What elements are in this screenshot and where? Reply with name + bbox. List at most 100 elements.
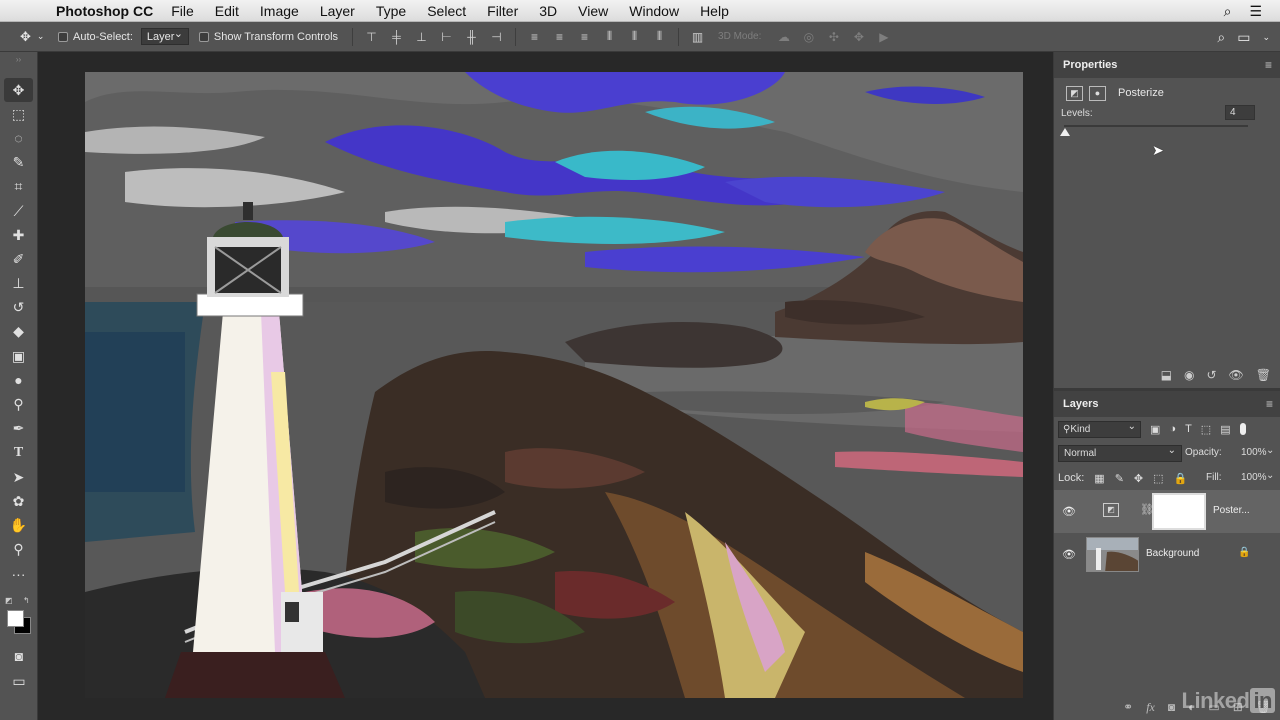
menu-help[interactable]: Help (700, 3, 729, 19)
layer-row-posterize[interactable]: 👁 ◩ ⛓ Poster... (1054, 490, 1280, 533)
panel-menu-icon[interactable]: ≡ (1266, 397, 1273, 411)
custom-shape-tool-icon[interactable]: ✿ (0, 489, 37, 513)
swap-colors-icon[interactable]: ↰ (23, 596, 30, 605)
menu-image[interactable]: Image (260, 3, 299, 19)
visibility-eye-icon[interactable]: 👁 (1062, 505, 1076, 518)
clip-to-layer-icon[interactable]: ⬓ (1161, 368, 1172, 382)
lock-artboard-icon[interactable]: ⬚ (1153, 472, 1163, 485)
align-left-icon[interactable]: ⊢ (434, 30, 459, 44)
posterize-adjustment-icon[interactable]: ◩ (1066, 85, 1083, 101)
menu-window[interactable]: Window (629, 3, 679, 19)
eyedropper-tool-icon[interactable]: ⟋ (0, 199, 37, 223)
layer-style-fx-icon[interactable]: fx (1146, 700, 1155, 715)
default-colors-icon[interactable]: ◩ (5, 596, 13, 605)
layer-mask-icon[interactable]: ● (1089, 85, 1106, 101)
filter-type-icon[interactable]: T (1185, 423, 1192, 435)
distribute-bottom-icon[interactable]: ≡ (572, 30, 597, 44)
zoom-tool-icon[interactable]: ⚲ (0, 538, 37, 562)
screen-mode-icon[interactable]: ▭ (0, 669, 38, 693)
distribute-right-icon[interactable]: ⦀ (647, 29, 672, 44)
color-swatches[interactable]: ◩ ↰ (4, 596, 36, 640)
healing-brush-tool-icon[interactable]: ✚ (0, 223, 37, 247)
blur-tool-icon[interactable]: ● (0, 368, 37, 392)
distribute-hcenter-icon[interactable]: ⦀ (622, 29, 647, 44)
layer-name[interactable]: Poster... (1213, 505, 1250, 516)
delete-icon[interactable]: 🗑 (1256, 368, 1271, 382)
filter-pixel-icon[interactable]: ▣ (1150, 423, 1160, 436)
menu-select[interactable]: Select (427, 3, 466, 19)
workspace-icon[interactable]: ▭ (1237, 29, 1250, 46)
marquee-tool-icon[interactable]: ⬚ (0, 102, 37, 126)
levels-slider-thumb[interactable] (1060, 128, 1071, 136)
align-right-icon[interactable]: ⊣ (484, 30, 509, 44)
layer-name[interactable]: Background (1146, 548, 1199, 559)
levels-slider-track[interactable] (1064, 125, 1248, 127)
app-name[interactable]: Photoshop CC (56, 3, 153, 19)
link-layers-icon[interactable]: ⚭ (1123, 700, 1133, 714)
document-canvas-area[interactable] (39, 52, 1052, 720)
filter-kind-dropdown[interactable]: ⚲Kind (1058, 419, 1141, 438)
auto-select-dropdown[interactable]: Layer (140, 27, 189, 45)
3d-scale-icon[interactable]: ▶ (871, 30, 896, 44)
filter-shape-icon[interactable]: ⬚ (1201, 423, 1211, 436)
levels-input[interactable]: 4 (1225, 105, 1255, 120)
lock-image-icon[interactable]: ✎ (1115, 472, 1124, 485)
foreground-color-swatch[interactable] (7, 610, 24, 627)
3d-pan-icon[interactable]: ✣ (821, 30, 846, 44)
auto-align-icon[interactable]: ▥ (685, 30, 710, 44)
spotlight-search-icon[interactable]: ⌕ (1224, 3, 1232, 20)
brush-tool-icon[interactable]: ✐ (0, 247, 37, 271)
menu-view[interactable]: View (578, 3, 608, 19)
opacity-input[interactable]: 100% (1240, 445, 1268, 461)
fill-input[interactable]: 100% (1240, 470, 1268, 486)
align-vcenter-icon[interactable]: ╪ (384, 30, 409, 44)
3d-slide-icon[interactable]: ✥ (846, 30, 871, 44)
distribute-left-icon[interactable]: ⦀ (597, 29, 622, 44)
pen-tool-icon[interactable]: ✒ (0, 417, 37, 441)
menu-layer[interactable]: Layer (320, 3, 355, 19)
quick-mask-icon[interactable]: ◙ (0, 644, 38, 668)
hand-tool-icon[interactable]: ✋ (0, 513, 37, 537)
3d-roll-icon[interactable]: ◎ (796, 30, 821, 44)
history-brush-tool-icon[interactable]: ↺ (0, 296, 37, 320)
eraser-tool-icon[interactable]: ◆ (0, 320, 37, 344)
lock-position-icon[interactable]: ✥ (1134, 472, 1143, 485)
align-bottom-icon[interactable]: ⊥ (409, 30, 434, 44)
visibility-eye-icon[interactable]: 👁 (1062, 548, 1076, 561)
clone-stamp-tool-icon[interactable]: ⊥ (0, 272, 37, 296)
chevron-down-icon[interactable]: ⌄ (1266, 470, 1274, 481)
distribute-vcenter-icon[interactable]: ≡ (547, 30, 572, 44)
panel-grip[interactable]: ›› (0, 52, 37, 78)
panel-menu-icon[interactable]: ≡ (1265, 58, 1272, 72)
layers-tab[interactable]: Layers ≡ (1054, 391, 1280, 417)
quick-select-tool-icon[interactable]: ✎ (0, 151, 37, 175)
align-hcenter-icon[interactable]: ╫ (459, 30, 484, 44)
chevron-down-icon[interactable]: ⌄ (1266, 445, 1274, 456)
tool-preset-picker[interactable]: ✥ ⌄ (0, 29, 58, 45)
show-transform-checkbox[interactable] (198, 31, 209, 42)
path-select-tool-icon[interactable]: ➤ (0, 465, 37, 489)
lasso-tool-icon[interactable]: ◌ (0, 126, 37, 150)
menu-filter[interactable]: Filter (487, 3, 518, 19)
properties-tab[interactable]: Properties ≡ (1054, 52, 1280, 78)
menu-file[interactable]: File (171, 3, 194, 19)
chevron-down-icon[interactable]: ⌄ (1262, 32, 1270, 43)
gradient-tool-icon[interactable]: ▣ (0, 344, 37, 368)
blend-mode-dropdown[interactable]: Normal (1058, 443, 1182, 462)
menu-type[interactable]: Type (376, 3, 406, 19)
filter-adjustment-icon[interactable]: ◑ (1169, 423, 1176, 435)
visibility-eye-icon[interactable]: 👁 (1229, 368, 1244, 382)
background-layer-thumbnail[interactable] (1086, 537, 1139, 572)
layer-row-background[interactable]: 👁 Background 🔒 (1054, 533, 1280, 576)
lock-transparent-icon[interactable]: ▦ (1094, 472, 1104, 485)
reset-icon[interactable]: ↺ (1206, 368, 1216, 382)
lock-all-icon[interactable]: 🔒 (1174, 472, 1188, 485)
notification-list-icon[interactable]: ☰ (1249, 3, 1262, 20)
type-tool-icon[interactable]: T (0, 441, 37, 465)
menu-3d[interactable]: 3D (539, 3, 557, 19)
3d-orbit-icon[interactable]: ☁ (771, 30, 796, 44)
add-mask-icon[interactable]: ◙ (1168, 700, 1175, 714)
more-tools-icon[interactable]: ··· (0, 562, 37, 586)
align-top-icon[interactable]: ⊤ (359, 30, 384, 44)
auto-select-checkbox[interactable] (58, 31, 68, 42)
